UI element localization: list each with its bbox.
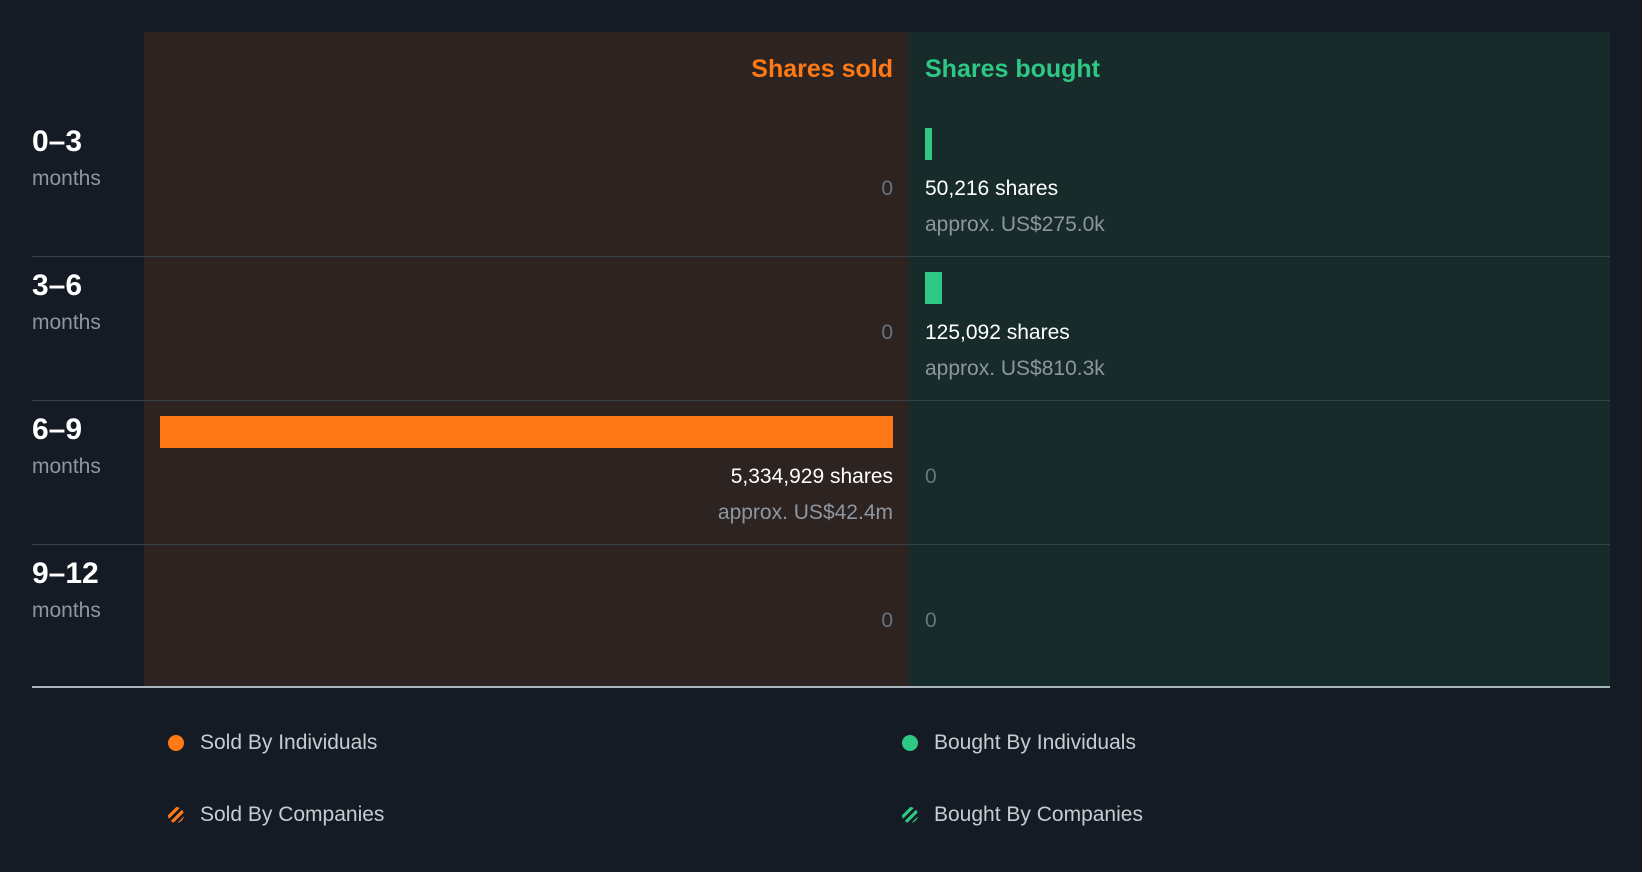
sold-zero-label: 0: [881, 177, 893, 200]
chart-baseline: [32, 686, 1610, 688]
row-unit: months: [32, 311, 101, 334]
row-label: 9–12 months: [32, 556, 101, 624]
legend-label: Bought By Individuals: [934, 731, 1136, 754]
sold-shares-label: 5,334,929 shares: [730, 465, 893, 488]
row-label: 3–6 months: [32, 268, 101, 336]
row-range: 9–12: [32, 557, 99, 590]
sold-bar: [160, 416, 893, 448]
shares-bought-header: Shares bought: [925, 55, 1101, 83]
row-range: 3–6: [32, 269, 83, 302]
legend-dot-swatch-icon: [902, 735, 918, 751]
row-label: 6–9 months: [32, 412, 101, 480]
bought-zero-label: 0: [925, 609, 937, 632]
bought-shares-label: 50,216 shares: [925, 177, 1059, 200]
row-range: 6–9: [32, 413, 83, 446]
row-unit: months: [32, 455, 101, 478]
bought-shares-label: 125,092 shares: [925, 321, 1070, 344]
legend-item: Bought By Individuals: [902, 730, 1136, 756]
bought-approx-value: approx. US$275.0k: [925, 213, 1105, 236]
row-label: 0–3 months: [32, 124, 101, 192]
shares-sold-header: Shares sold: [751, 55, 893, 83]
legend-label: Sold By Individuals: [200, 731, 378, 754]
shares-sold-panel: [144, 32, 909, 686]
row-divider: [32, 400, 1610, 401]
legend-item: Bought By Companies: [902, 802, 1143, 828]
bought-bar: [925, 272, 943, 304]
insider-trading-chart: Shares sold Shares bought 0–3 months 0 50,2…: [0, 0, 1642, 700]
row-unit: months: [32, 167, 101, 190]
bought-zero-label: 0: [925, 465, 937, 488]
bought-bar: [925, 128, 932, 160]
legend-label: Sold By Companies: [200, 803, 385, 826]
bought-approx-value: approx. US$810.3k: [925, 357, 1105, 380]
chart-legend: Sold By Individuals Bought By Individuals…: [0, 730, 1642, 850]
legend-dot-swatch-icon: [168, 735, 184, 751]
legend-item: Sold By Individuals: [168, 730, 377, 756]
sold-zero-label: 0: [881, 609, 893, 632]
legend-hatched-swatch-icon: [168, 807, 184, 823]
row-divider: [32, 256, 1610, 257]
row-range: 0–3: [32, 125, 83, 158]
sold-approx-value: approx. US$42.4m: [717, 501, 893, 524]
row-divider: [32, 544, 1610, 545]
sold-zero-label: 0: [881, 321, 893, 344]
legend-label: Bought By Companies: [934, 803, 1143, 826]
legend-item: Sold By Companies: [168, 802, 384, 828]
legend-hatched-swatch-icon: [902, 807, 918, 823]
row-unit: months: [32, 599, 101, 622]
